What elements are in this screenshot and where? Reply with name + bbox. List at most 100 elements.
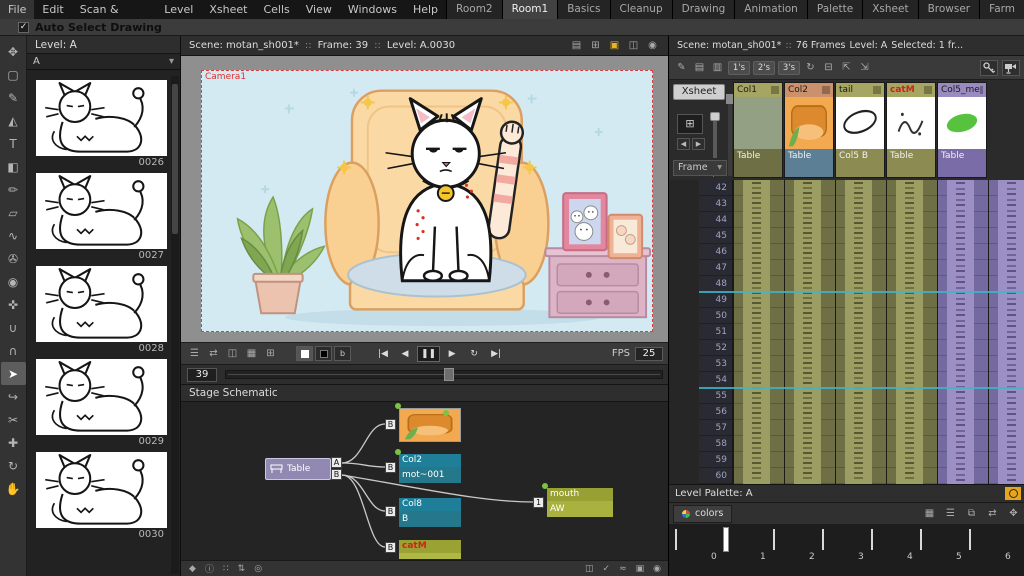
standard-view-button[interactable]: [296, 346, 313, 361]
cell-column-col5[interactable]: [937, 180, 988, 484]
frame-number[interactable]: 49: [699, 292, 732, 308]
frame-number[interactable]: 58: [699, 436, 732, 452]
pump-tool[interactable]: ∩: [1, 339, 26, 362]
mouth-node[interactable]: mouth AW: [547, 488, 613, 517]
frame-number[interactable]: 57: [699, 420, 732, 436]
node-port[interactable]: B: [385, 462, 396, 473]
type-tool[interactable]: T: [1, 132, 26, 155]
column-thumbnail[interactable]: [734, 97, 782, 149]
node-port[interactable]: B: [385, 419, 396, 430]
freeze-icon[interactable]: ◫: [626, 39, 641, 53]
first-frame-button[interactable]: |◀: [373, 346, 393, 362]
new-raster-level-icon[interactable]: ▥: [710, 61, 725, 75]
copy-page-icon[interactable]: ⧉: [964, 507, 979, 521]
frame-number[interactable]: 59: [699, 452, 732, 468]
close-subxsheet-icon[interactable]: ⇲: [857, 61, 872, 75]
pause-button[interactable]: ❚❚: [417, 345, 441, 362]
scrollbar-thumb[interactable]: [172, 84, 178, 234]
drawing-thumbnail[interactable]: 0026: [36, 80, 167, 169]
col8-node[interactable]: Col8 B: [399, 498, 461, 527]
drawing-thumbnail[interactable]: 0029: [36, 359, 167, 448]
3d-view-button[interactable]: [315, 346, 332, 361]
col2-node[interactable]: Col2 mot~001: [399, 454, 461, 483]
frame-number[interactable]: 56: [699, 404, 732, 420]
locator-icon[interactable]: ⊞: [263, 347, 278, 361]
table-node[interactable]: Table: [265, 458, 331, 480]
step-3-button[interactable]: 3's: [778, 60, 800, 75]
cell-column-col1[interactable]: [733, 180, 784, 484]
hand-tool[interactable]: ✋: [1, 477, 26, 500]
onion-skin-icon[interactable]: ≈: [619, 564, 627, 574]
level-strip-scrollbar[interactable]: [171, 76, 179, 574]
play-button[interactable]: ▶: [442, 346, 462, 362]
node-port[interactable]: B: [385, 506, 396, 517]
drawing-thumbnail[interactable]: 0028: [36, 266, 167, 355]
grid-dots-icon[interactable]: ∷: [223, 564, 229, 574]
new-vector-level-icon[interactable]: ✎: [674, 61, 689, 75]
table-port-b[interactable]: B: [331, 469, 342, 480]
column-config-icon[interactable]: [822, 86, 830, 94]
room-tab-palette[interactable]: Palette: [806, 0, 863, 19]
control-point-tool[interactable]: ✜: [1, 293, 26, 316]
set-key-icon[interactable]: ◆: [189, 564, 196, 574]
column-parent-label[interactable]: Table: [734, 149, 782, 177]
volume-knob[interactable]: [710, 112, 720, 121]
safe-area-icon[interactable]: ▤: [569, 39, 584, 53]
hook-tool[interactable]: ✚: [1, 431, 26, 454]
camera-canvas[interactable]: [201, 70, 653, 332]
selection-tool[interactable]: ▢: [1, 63, 26, 86]
auto-select-checkbox[interactable]: [18, 21, 29, 33]
column-config-icon[interactable]: [979, 86, 983, 94]
preview-icon[interactable]: ◉: [645, 39, 660, 53]
console-icon[interactable]: ☰: [187, 347, 202, 361]
camstand-icon[interactable]: [1002, 59, 1020, 76]
color-swatch[interactable]: 6: [969, 529, 1014, 570]
next-column-button[interactable]: ▶: [692, 138, 705, 150]
drawing-thumbnail[interactable]: 0027: [36, 173, 167, 262]
histogram-icon[interactable]: ▦: [244, 347, 259, 361]
step-2-button[interactable]: 2's: [753, 60, 775, 75]
viewer-viewport[interactable]: Camera1: [181, 56, 669, 342]
xsheet-grid[interactable]: 42 43 44 45 46 47 48 49 50 51 52 53 54 5…: [669, 180, 1024, 484]
frame-number[interactable]: 60: [699, 468, 732, 484]
column-thumbnail[interactable]: [785, 97, 833, 149]
prev-column-button[interactable]: ◀: [677, 138, 690, 150]
cell-column-col2[interactable]: [784, 180, 835, 484]
camera-toggle-icon[interactable]: ◉: [653, 564, 661, 574]
loop-button[interactable]: ↻: [464, 346, 484, 362]
menu-scan-cleanup[interactable]: Scan & Cleanup: [72, 0, 157, 35]
new-toonz-raster-level-icon[interactable]: ▤: [692, 61, 707, 75]
cutter-tool[interactable]: ✂: [1, 408, 26, 431]
frame-number[interactable]: 50: [699, 308, 732, 324]
last-frame-button[interactable]: ▶|: [486, 346, 506, 362]
thumbnail-size-slider[interactable]: [726, 94, 734, 176]
menu-level[interactable]: Level: [156, 0, 201, 19]
toggle-panel-icon[interactable]: ◫: [585, 564, 594, 574]
color-swatch[interactable]: 2: [773, 529, 818, 570]
swap-colors-icon[interactable]: ⇄: [985, 507, 1000, 521]
cell-column-next[interactable]: [988, 180, 1024, 484]
camera-view-icon[interactable]: ▣: [607, 39, 622, 53]
frame-number[interactable]: 45: [699, 228, 732, 244]
drawing-image[interactable]: [36, 173, 167, 249]
tape-tool[interactable]: ∿: [1, 224, 26, 247]
grid-view-icon[interactable]: ▦: [922, 507, 937, 521]
column-config-icon[interactable]: [771, 86, 779, 94]
add-column-button[interactable]: ⊞: [677, 114, 703, 134]
menu-help[interactable]: Help: [405, 0, 446, 19]
open-subxsheet-icon[interactable]: ⇱: [839, 61, 854, 75]
menu-xsheet[interactable]: Xsheet: [201, 0, 255, 19]
fill-tool[interactable]: ◧: [1, 155, 26, 178]
xsheet-button[interactable]: Xsheet: [673, 84, 725, 100]
column-header-col5[interactable]: Col5_me Table: [937, 82, 987, 178]
list-view-icon[interactable]: ☰: [943, 507, 958, 521]
frame-number[interactable]: 52: [699, 340, 732, 356]
color-swatch[interactable]: 1: [723, 527, 769, 570]
pinch-tool[interactable]: ∪: [1, 316, 26, 339]
menu-edit[interactable]: Edit: [34, 0, 71, 19]
blank-frames-button[interactable]: b: [334, 346, 351, 361]
check-icon[interactable]: ✓: [603, 564, 611, 574]
frame-number[interactable]: 48: [699, 276, 732, 292]
cell-column-catm[interactable]: [886, 180, 937, 484]
tab-colors[interactable]: colors: [673, 504, 733, 523]
